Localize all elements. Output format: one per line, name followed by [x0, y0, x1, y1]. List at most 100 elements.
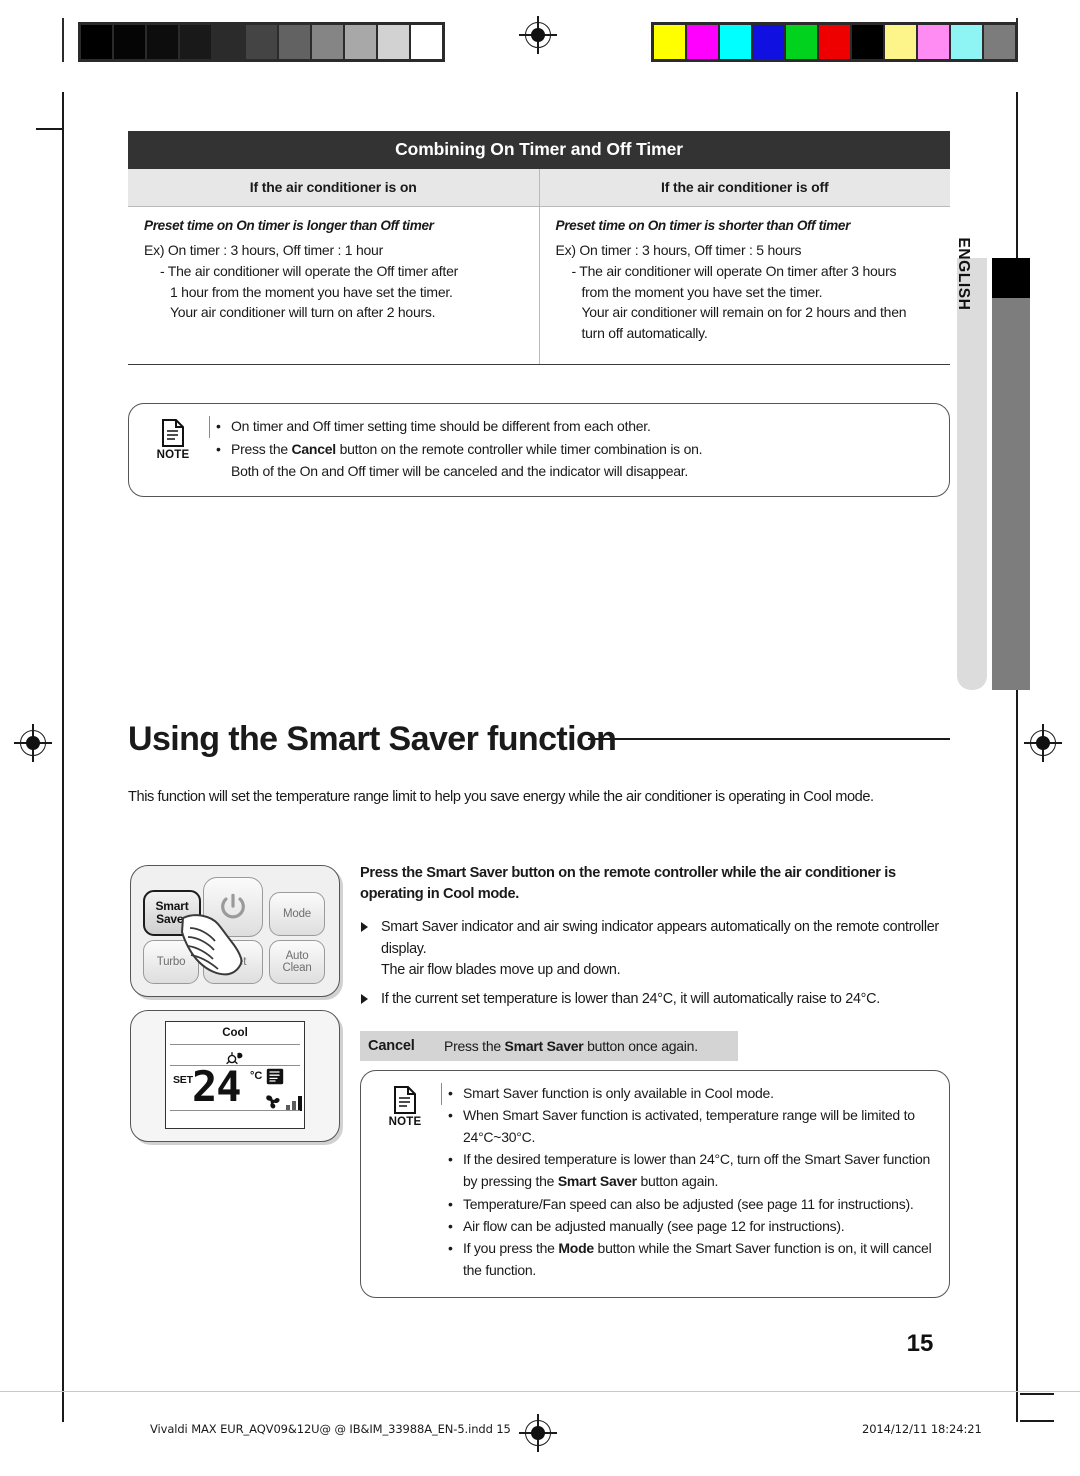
instruction-lead-prefix: Press the: [360, 865, 427, 881]
note-item-list: • Smart Saver function is only available…: [447, 1082, 935, 1281]
note-item-continuation: 24°C~30°C.: [463, 1129, 536, 1146]
lcd-fan-indicator: [263, 1092, 302, 1111]
auto-clean-button-label: Auto Clean: [282, 949, 312, 974]
cell-detail: - The air conditioner will operate On ti…: [556, 261, 937, 344]
lcd-temperature-value: 24: [192, 1062, 242, 1111]
triangle-bullet-icon: [361, 922, 368, 932]
language-tab-label: ENGLISH: [955, 237, 972, 311]
note-item-prefix: Press the: [231, 440, 292, 457]
note-marker: NOTE: [143, 418, 203, 461]
table-header-off: If the air conditioner is off: [538, 169, 951, 206]
instruction-lead-bold: Smart Saver: [426, 865, 508, 881]
cell-example: Ex) On timer : 3 hours, Off timer : 1 ho…: [144, 242, 383, 258]
cell-subtitle: Preset time on On timer is shorter than …: [555, 218, 851, 233]
bullet-icon: •: [448, 1239, 453, 1256]
lcd-mode-label: Cool: [222, 1027, 248, 1039]
cancel-text-bold: Smart Saver: [504, 1038, 584, 1054]
cell-detail: - The air conditioner will operate the O…: [144, 261, 525, 323]
footer-timestamp: 2014/12/11 18:24:21: [862, 1422, 982, 1436]
heading-rule: [588, 738, 950, 741]
page-number: 15: [906, 1330, 934, 1357]
instruction-item-text: Smart Saver indicator and air swing indi…: [381, 919, 939, 957]
bullet-icon: •: [448, 1195, 453, 1212]
note-item: • Air flow can be adjusted manually (see…: [447, 1215, 935, 1237]
note-item-text: Smart Saver function is only available i…: [463, 1085, 774, 1101]
auto-clean-button[interactable]: Auto Clean: [269, 940, 325, 984]
cancel-text-suffix: button once again.: [583, 1038, 698, 1054]
manual-page: ENGLISH Combining On Timer and Off Timer…: [0, 0, 1080, 1476]
air-swing-icon: [266, 1068, 284, 1085]
table-cell-on: Preset time on On timer is longer than O…: [128, 207, 539, 364]
document-note-icon: [394, 1086, 416, 1114]
remote-key-group: Smart Saver Mode Turbo Quiet Auto Clean: [141, 874, 329, 988]
cancel-text-prefix: Press the: [444, 1038, 505, 1054]
remote-display-illustration: Cool SET 24 °C: [130, 1010, 340, 1142]
smart-saver-button-label: Smart Saver: [155, 899, 189, 926]
mode-button[interactable]: Mode: [269, 892, 325, 936]
side-tab-marker: [992, 258, 1030, 298]
table-header-row: If the air conditioner is on If the air …: [128, 169, 950, 207]
cell-subtitle: Preset time on On timer is longer than O…: [144, 218, 434, 233]
note-divider: [209, 416, 211, 438]
cell-detail-line: from the moment you have set the timer.: [581, 283, 823, 300]
table-cell-off: Preset time on On timer is shorter than …: [538, 207, 951, 364]
instruction-item-continuation: The air flow blades move up and down.: [381, 962, 621, 979]
footer-divider: [0, 1391, 1080, 1392]
instruction-block: Press the Smart Saver button on the remo…: [360, 863, 955, 1017]
triangle-bullet-icon: [361, 993, 368, 1004]
bullet-icon: •: [448, 1107, 453, 1124]
section-intro-text: This function will set the temperature r…: [128, 789, 874, 805]
note-item-bold: Mode: [558, 1239, 594, 1256]
smart-saver-button[interactable]: Smart Saver: [143, 890, 201, 936]
turbo-button[interactable]: Turbo: [143, 940, 199, 984]
note-item-continuation: the function.: [463, 1261, 537, 1278]
cancel-text: Press the Smart Saver button once again.: [444, 1038, 698, 1054]
note-item: • Press the Cancel button on the remote …: [215, 438, 933, 483]
note-box-smart-saver: NOTE • Smart Saver function is only avai…: [360, 1070, 950, 1298]
cell-example: Ex) On timer : 3 hours, Off timer : 5 ho…: [555, 242, 802, 258]
combining-timer-table: Combining On Timer and Off Timer If the …: [128, 131, 950, 365]
lcd-temperature-unit: °C: [250, 1070, 263, 1082]
lcd-screen: Cool SET 24 °C: [165, 1021, 305, 1129]
table-body-row: Preset time on On timer is longer than O…: [128, 207, 950, 365]
bullet-icon: •: [216, 418, 221, 434]
note-item-prefix: If you press the: [463, 1239, 559, 1256]
note-item-list: • On timer and Off timer setting time sh…: [215, 415, 933, 483]
note-item-text: On timer and Off timer setting time shou…: [231, 418, 651, 434]
note-marker: NOTE: [375, 1085, 435, 1128]
note-label: NOTE: [388, 1116, 422, 1128]
note-item: • On timer and Off timer setting time sh…: [215, 415, 933, 438]
cell-detail-line: turn off automatically.: [581, 325, 708, 342]
note-item-text: When Smart Saver function is activated, …: [463, 1107, 915, 1124]
fan-icon: [266, 1095, 280, 1109]
side-tab-bar: [992, 258, 1030, 690]
note-item-text: Air flow can be adjusted manually (see p…: [463, 1217, 845, 1234]
note-item-continuation: by pressing the Smart Saver button again…: [463, 1173, 719, 1190]
power-icon: [221, 893, 245, 919]
note-box-timer: NOTE • On timer and Off timer setting ti…: [128, 403, 950, 497]
lcd-divider: [170, 1044, 300, 1046]
cell-detail-line: Your air conditioner will remain on for …: [581, 304, 907, 321]
lcd-divider: [170, 1110, 300, 1112]
instruction-lead: Press the Smart Saver button on the remo…: [360, 863, 955, 905]
note-item: • Smart Saver function is only available…: [447, 1082, 935, 1104]
note-body: • On timer and Off timer setting time sh…: [215, 415, 933, 483]
instruction-item: If the current set temperature is lower …: [360, 989, 955, 1011]
note-item-suffix: button on the remote controller while ti…: [335, 440, 703, 457]
table-title: Combining On Timer and Off Timer: [128, 131, 950, 169]
fan-speed-bars: [284, 1096, 302, 1111]
cell-detail-lead: - The air conditioner will operate the O…: [160, 263, 459, 279]
note-item: • Temperature/Fan speed can also be adju…: [447, 1193, 935, 1215]
quiet-button[interactable]: Quiet: [203, 940, 263, 984]
note-item-continuation: Both of the On and Off timer will be can…: [231, 463, 689, 480]
power-button[interactable]: [203, 877, 263, 937]
bullet-icon: •: [448, 1085, 453, 1101]
note-item: • If you press the Mode button while the…: [447, 1237, 935, 1281]
note-item: • If the desired temperature is lower th…: [447, 1148, 935, 1192]
mode-button-label: Mode: [283, 907, 311, 920]
lcd-set-label: SET: [173, 1074, 193, 1086]
instruction-item: Smart Saver indicator and air swing indi…: [360, 917, 955, 982]
remote-controller-buttons-illustration: Smart Saver Mode Turbo Quiet Auto Clean: [130, 865, 340, 997]
note-label: NOTE: [156, 449, 190, 461]
note-divider: [441, 1083, 443, 1105]
